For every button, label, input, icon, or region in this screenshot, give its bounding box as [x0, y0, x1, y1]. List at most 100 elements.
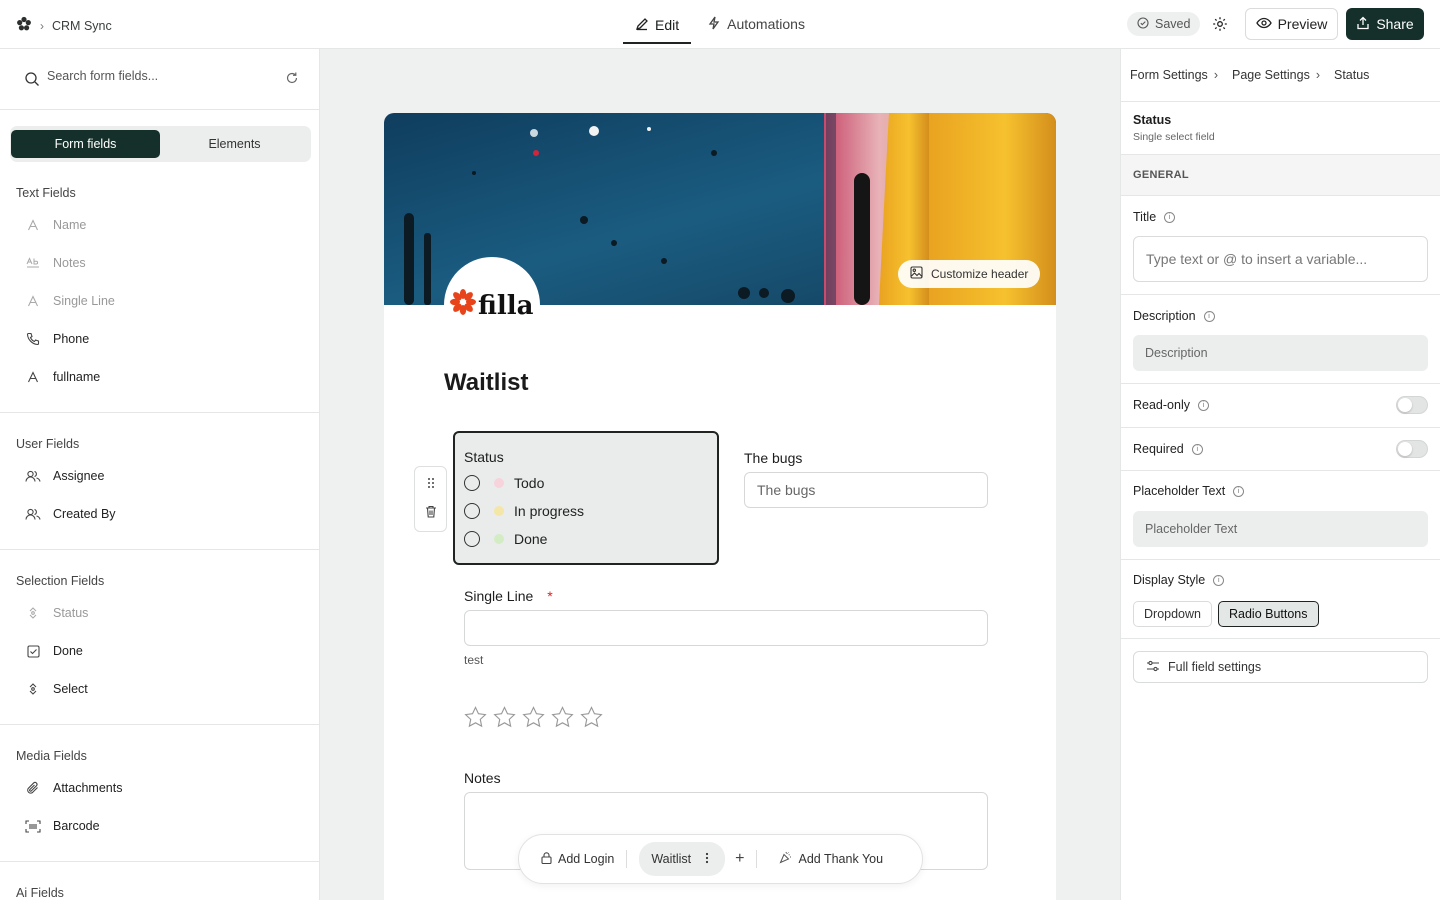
field-item-name[interactable]: Name	[0, 206, 319, 244]
description-label-row: Description i	[1133, 309, 1215, 323]
field-item-fullname[interactable]: fullname	[0, 358, 319, 396]
display-style-label-row: Display Style i	[1133, 573, 1225, 587]
star-icon[interactable]	[493, 706, 516, 731]
saved-label: Saved	[1155, 17, 1191, 31]
refresh-icon[interactable]	[285, 71, 299, 88]
field-item-label: Phone	[53, 332, 90, 346]
field-item-single-line[interactable]: Single Line	[0, 282, 319, 320]
display-style-setting: Display Style i Dropdown Radio Buttons	[1121, 560, 1440, 639]
text-a-icon	[25, 293, 41, 309]
display-style-label: Display Style	[1133, 573, 1206, 587]
party-icon	[779, 851, 792, 867]
single-line-label-row: Single Line *	[464, 588, 553, 604]
search-input[interactable]	[47, 69, 267, 83]
segment-elements[interactable]: Elements	[160, 130, 309, 158]
page-tab-waitlist[interactable]: Waitlist	[639, 842, 726, 876]
info-icon[interactable]: i	[1213, 574, 1225, 586]
description-input[interactable]	[1133, 335, 1428, 371]
add-thank-you-button[interactable]: Add Thank You	[779, 851, 883, 867]
info-icon[interactable]: i	[1233, 485, 1245, 497]
field-type-toggle: Form fields Elements	[10, 126, 311, 162]
field-item-notes[interactable]: Notes	[0, 244, 319, 282]
status-field-label: Status	[464, 449, 504, 465]
sliders-icon	[1146, 660, 1160, 675]
star-icon[interactable]	[464, 706, 487, 731]
app-name[interactable]: CRM Sync	[52, 19, 112, 33]
radio-button[interactable]	[464, 531, 480, 547]
display-radio-buttons-button[interactable]: Radio Buttons	[1217, 601, 1319, 627]
required-toggle[interactable]	[1396, 440, 1428, 458]
group-title: Text Fields	[16, 186, 76, 200]
full-field-settings-label: Full field settings	[1168, 660, 1262, 674]
field-item-assignee[interactable]: Assignee	[0, 457, 319, 495]
title-input[interactable]	[1133, 236, 1428, 282]
info-icon[interactable]: i	[1203, 310, 1215, 322]
tab-automations[interactable]: Automations	[695, 0, 817, 48]
field-subtitle: Single select field	[1133, 131, 1215, 143]
radio-option-done[interactable]: Done	[464, 525, 584, 553]
top-bar: › CRM Sync Edit Automations Saved Previe…	[0, 0, 1440, 49]
divider	[756, 850, 758, 868]
field-item-done[interactable]: Done	[0, 632, 319, 670]
rating-stars	[464, 706, 603, 731]
star-icon[interactable]	[551, 706, 574, 731]
trash-icon[interactable]	[425, 505, 437, 521]
info-icon[interactable]: i	[1197, 399, 1209, 411]
bugs-field-input[interactable]	[744, 472, 988, 508]
star-icon[interactable]	[580, 706, 603, 731]
star-icon[interactable]	[522, 706, 545, 731]
field-item-status[interactable]: Status	[0, 594, 319, 632]
info-icon[interactable]: i	[1164, 211, 1176, 223]
notes-field-label: Notes	[464, 770, 501, 786]
drag-handle-icon[interactable]	[427, 477, 435, 492]
divider	[0, 861, 319, 862]
radio-button[interactable]	[464, 475, 480, 491]
preview-button[interactable]: Preview	[1245, 8, 1338, 40]
group-selection-fields: Selection Fields Status Done Select	[0, 574, 319, 708]
display-style-options: Dropdown Radio Buttons	[1133, 601, 1319, 627]
radio-button[interactable]	[464, 503, 480, 519]
display-dropdown-button[interactable]: Dropdown	[1133, 601, 1212, 627]
radio-option-in-progress[interactable]: In progress	[464, 497, 584, 525]
readonly-label-row: Read-only i	[1133, 398, 1209, 412]
form-title[interactable]: Waitlist	[444, 369, 528, 397]
status-field-selected[interactable]: Status Todo In progress Done	[453, 431, 719, 565]
segment-form-fields[interactable]: Form fields	[11, 130, 160, 158]
single-line-help: test	[464, 653, 484, 667]
field-settings-panel: Form Settings › Page Settings › Status S…	[1120, 49, 1440, 900]
field-item-created-by[interactable]: Created By	[0, 495, 319, 533]
field-item-phone[interactable]: Phone	[0, 320, 319, 358]
crumb-page-settings[interactable]: Page Settings	[1232, 68, 1310, 82]
tab-edit[interactable]: Edit	[623, 4, 692, 44]
tab-automations-label: Automations	[727, 16, 805, 32]
workspace-logo-icon[interactable]	[16, 16, 32, 35]
description-label: Description	[1133, 309, 1196, 323]
search-icon	[24, 71, 40, 90]
placeholder-input[interactable]	[1133, 511, 1428, 547]
add-page-button[interactable]: +	[735, 850, 744, 868]
select-icon	[25, 681, 41, 697]
readonly-label: Read-only	[1133, 398, 1190, 412]
group-title: User Fields	[16, 437, 80, 451]
readonly-toggle[interactable]	[1396, 396, 1428, 414]
crumb-form-settings[interactable]: Form Settings	[1130, 68, 1208, 82]
field-item-barcode[interactable]: Barcode	[0, 807, 319, 845]
field-item-select[interactable]: Select	[0, 670, 319, 708]
readonly-setting: Read-only i	[1121, 384, 1440, 428]
add-login-button[interactable]: Add Login	[541, 851, 614, 867]
share-button[interactable]: Share	[1346, 8, 1424, 40]
customize-header-button[interactable]: Customize header	[898, 260, 1041, 288]
field-item-label: Created By	[53, 507, 116, 521]
flower-icon	[450, 289, 476, 322]
single-line-input[interactable]	[464, 610, 988, 646]
placeholder-label-row: Placeholder Text i	[1133, 484, 1245, 498]
chevron-right-icon: ›	[1213, 68, 1218, 82]
settings-gear-icon[interactable]	[1210, 14, 1230, 34]
field-item-attachments[interactable]: Attachments	[0, 769, 319, 807]
more-vertical-icon[interactable]	[705, 852, 709, 867]
full-field-settings-button[interactable]: Full field settings	[1133, 651, 1428, 683]
mode-tabs: Edit Automations	[623, 0, 817, 48]
share-label: Share	[1376, 16, 1414, 32]
info-icon[interactable]: i	[1191, 443, 1203, 455]
radio-option-todo[interactable]: Todo	[464, 469, 584, 497]
